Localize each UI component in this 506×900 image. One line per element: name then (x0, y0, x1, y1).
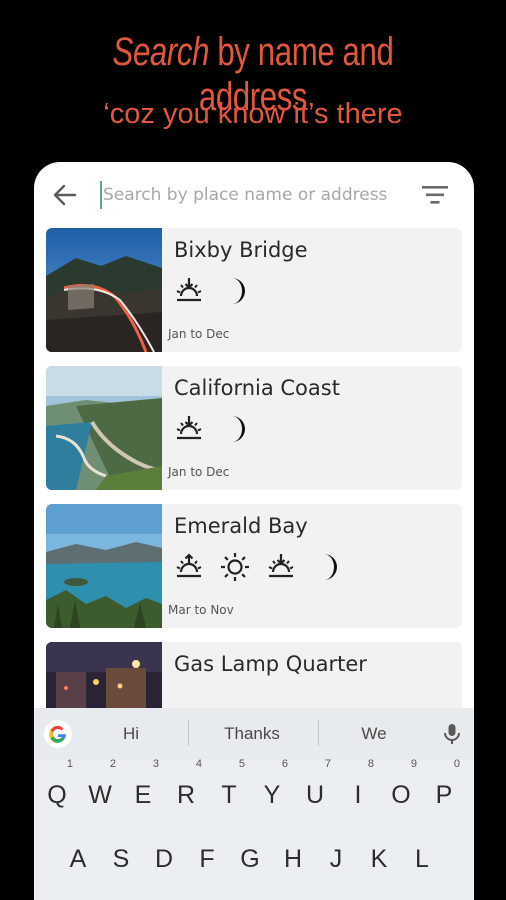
arrow-back-icon (53, 184, 77, 206)
key-f[interactable]: F (187, 834, 227, 884)
suggestion-divider (318, 720, 319, 746)
key-t-label: T (221, 781, 237, 809)
key-y-hint: 6 (281, 758, 288, 770)
place-card[interactable]: Bixby Bridge Jan to Dec (46, 228, 462, 352)
light-conditions (172, 412, 252, 446)
key-r-hint: 4 (195, 758, 202, 770)
key-u-label: U (305, 781, 325, 809)
key-e[interactable]: E3 (123, 758, 163, 820)
sunset-icon (172, 274, 206, 308)
suggestion-divider (188, 720, 189, 746)
place-name: Gas Lamp Quarter (174, 652, 367, 676)
google-g-icon[interactable] (44, 720, 72, 748)
key-s[interactable]: S (101, 834, 141, 884)
key-a[interactable]: A (58, 834, 98, 884)
key-p-label: P (435, 781, 453, 809)
sunset-icon (264, 550, 298, 584)
back-button[interactable] (50, 180, 80, 210)
filter-list-icon (422, 186, 448, 204)
filter-button[interactable] (420, 183, 450, 207)
sun-icon (218, 550, 252, 584)
moon-icon (218, 274, 252, 308)
microphone-icon (444, 724, 460, 744)
key-i-label: I (354, 781, 362, 809)
season-range: Jan to Dec (168, 327, 230, 341)
key-p-hint: 0 (453, 758, 460, 770)
place-card[interactable]: Emerald Bay Mar to Nov (46, 504, 462, 628)
microphone-button[interactable] (442, 722, 462, 746)
key-k[interactable]: K (359, 834, 399, 884)
key-g[interactable]: G (230, 834, 270, 884)
key-o-label: O (391, 781, 411, 809)
suggestion-strip: Hi Thanks We (34, 708, 474, 760)
key-p[interactable]: P0 (424, 758, 464, 820)
key-y-label: Y (263, 781, 281, 809)
key-w-label: W (88, 781, 112, 809)
key-i-hint: 8 (367, 758, 374, 770)
key-q[interactable]: Q1 (37, 758, 77, 820)
key-j[interactable]: J (316, 834, 356, 884)
key-l[interactable]: L (402, 834, 442, 884)
key-w-hint: 2 (109, 758, 116, 770)
light-conditions (172, 550, 344, 584)
suggestion-2[interactable]: Thanks (204, 724, 300, 744)
key-q-hint: 1 (66, 758, 73, 770)
search-bar (34, 162, 474, 228)
place-photo-california-coast (46, 366, 162, 490)
key-t[interactable]: T5 (209, 758, 249, 820)
moon-icon (218, 412, 252, 446)
key-i[interactable]: I8 (338, 758, 378, 820)
promo-subtitle: ‘coz you know it’s there (103, 98, 403, 130)
place-card[interactable]: California Coast Jan to Dec (46, 366, 462, 490)
moon-icon (310, 550, 344, 584)
place-photo-bixby-bridge (46, 228, 162, 352)
search-input[interactable] (100, 181, 400, 209)
soft-keyboard: Hi Thanks We Q1 W2 E3 R4 T5 Y6 U7 I8 O9 … (34, 708, 474, 900)
key-row-2: A S D F G H J K L (34, 834, 474, 884)
key-u[interactable]: U7 (295, 758, 335, 820)
key-o-hint: 9 (410, 758, 417, 770)
place-name: California Coast (174, 376, 340, 400)
key-t-hint: 5 (238, 758, 245, 770)
key-r-label: R (176, 781, 196, 809)
key-y[interactable]: Y6 (252, 758, 292, 820)
promo-title-emphasis: Search (112, 30, 210, 74)
suggestion-1[interactable]: Hi (94, 724, 168, 744)
season-range: Jan to Dec (168, 465, 230, 479)
key-e-label: E (134, 781, 152, 809)
place-name: Emerald Bay (174, 514, 308, 538)
key-o[interactable]: O9 (381, 758, 421, 820)
sunrise-icon (172, 550, 206, 584)
place-photo-emerald-bay (46, 504, 162, 628)
key-r[interactable]: R4 (166, 758, 206, 820)
key-d[interactable]: D (144, 834, 184, 884)
sunset-icon (172, 412, 206, 446)
place-name: Bixby Bridge (174, 238, 308, 262)
key-h[interactable]: H (273, 834, 313, 884)
app-screen: Bixby Bridge Jan to Dec (34, 162, 474, 900)
suggestion-3[interactable]: We (334, 724, 414, 744)
key-u-hint: 7 (324, 758, 331, 770)
key-row-1: Q1 W2 E3 R4 T5 Y6 U7 I8 O9 P0 (34, 758, 474, 820)
light-conditions (172, 274, 252, 308)
key-w[interactable]: W2 (80, 758, 120, 820)
season-range: Mar to Nov (168, 603, 234, 617)
key-e-hint: 3 (152, 758, 159, 770)
key-q-label: Q (47, 781, 67, 809)
